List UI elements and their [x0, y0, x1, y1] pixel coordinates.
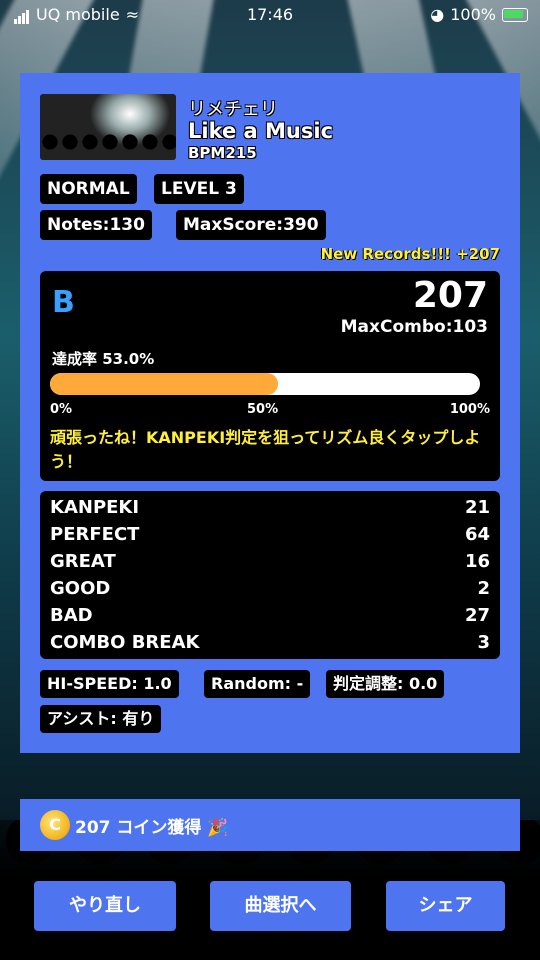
tick-label: 50% [247, 402, 279, 417]
achievement-progress-bar [50, 373, 480, 395]
battery-icon [502, 7, 528, 22]
level-badge: LEVEL 3 [154, 174, 244, 204]
judgement-label: BAD [50, 605, 93, 626]
judgement-count: 2 [477, 578, 490, 599]
judgement-label: GREAT [50, 551, 116, 572]
coin-reward-text: 207 コイン獲得 🎉 [75, 818, 229, 838]
status-bar: UQ mobile ≈ 17:46 ◕ 100% [0, 0, 540, 30]
judgement-label: KANPEKI [50, 497, 140, 518]
rank-label: B [52, 285, 75, 320]
score-value: 207 [412, 275, 488, 316]
difficulty-badge: NORMAL [40, 174, 137, 204]
achievement-progress-fill [50, 373, 278, 395]
judgement-list: KANPEKI 21 PERFECT 64 GREAT 16 GOOD 2 BAD 27 … [40, 491, 500, 659]
judgement-count: 27 [464, 605, 490, 626]
judgement-row: COMBO BREAK 3 [50, 632, 490, 658]
song-title: Like a Music [188, 119, 334, 143]
judgement-count: 3 [477, 632, 490, 653]
song-artist: リメチェリ [188, 99, 278, 120]
judgement-row: KANPEKI 21 [50, 497, 490, 523]
orientation-lock-icon: ◕ [430, 5, 445, 24]
judgement-count: 21 [464, 497, 490, 518]
result-panel: リメチェリ Like a Music BPM215 NORMAL LEVEL 3… [20, 73, 520, 753]
judgement-row: GOOD 2 [50, 578, 490, 604]
achievement-rate: 達成率 53.0% [52, 350, 155, 368]
tick-label: 0% [50, 402, 73, 417]
song-bpm: BPM215 [188, 144, 257, 162]
max-combo: MaxCombo:103 [340, 317, 488, 337]
coin-reward-bar: C 207 コイン獲得 🎉 [20, 799, 520, 851]
tick-label: 100% [449, 402, 490, 417]
coin-icon: C [40, 810, 70, 840]
max-score-badge: MaxScore:390 [176, 210, 326, 240]
new-records-label: New Records!!! +207 [320, 245, 500, 263]
advice-message: 頑張ったね！KANPEKI判定を狙ってリズム良くタップしよう！ [50, 428, 481, 471]
score-box: B 207 MaxCombo:103 達成率 53.0% 0% 50% 100%… [40, 271, 500, 481]
judgement-row: GREAT 16 [50, 551, 490, 577]
judgement-row: PERFECT 64 [50, 524, 490, 550]
judgement-count: 64 [464, 524, 490, 545]
share-button[interactable]: シェア [386, 881, 505, 931]
random-setting: Random: - [204, 670, 311, 698]
notes-badge: Notes:130 [40, 210, 152, 240]
song-select-button[interactable]: 曲選択へ [210, 881, 351, 931]
song-jacket-image [40, 94, 176, 160]
judge-adjust-setting: 判定調整: 0.0 [326, 670, 445, 698]
battery-percent: 100% [450, 5, 496, 24]
judgement-label: GOOD [50, 578, 111, 599]
judgement-row: BAD 27 [50, 605, 490, 631]
hispeed-setting: HI-SPEED: 1.0 [40, 670, 179, 698]
judgement-label: PERFECT [50, 524, 140, 545]
judgement-count: 16 [464, 551, 490, 572]
assist-setting: アシスト: 有り [40, 705, 162, 733]
retry-button[interactable]: やり直し [34, 881, 176, 931]
judgement-label: COMBO BREAK [50, 632, 200, 653]
